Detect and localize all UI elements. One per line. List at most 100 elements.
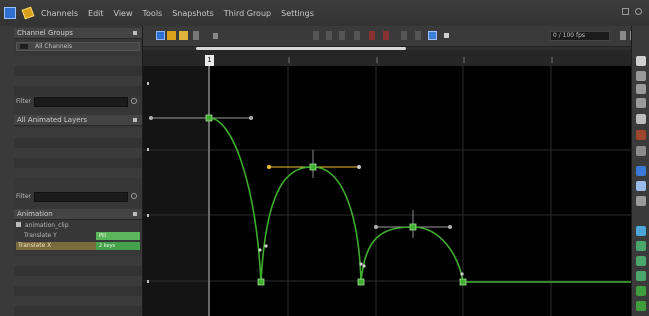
panel-close-icon[interactable] [133,212,137,216]
tangent-tool-icon[interactable] [193,31,199,40]
retime-icon[interactable] [636,196,646,206]
track-name-label: Translate Y [24,232,57,239]
panel-close-icon[interactable] [133,118,137,122]
frame-all-icon[interactable] [428,31,437,40]
ghost-icon[interactable] [636,181,646,191]
list-item [14,138,142,148]
search-icon[interactable] [131,193,137,199]
list-item [14,286,142,296]
menu-item-view[interactable]: View [109,9,138,18]
track-pill[interactable]: Pill [96,232,140,240]
list-item [14,148,142,158]
visibility-toggle-icon[interactable] [20,44,28,49]
close-icon[interactable] [635,8,642,15]
track-name-label: Translate X [18,242,52,249]
filter-label: Filter [16,193,31,200]
right-tool-strip [631,26,649,316]
channel-panel: Channel Groups All Channels Filter All A… [14,26,143,316]
curve-graph[interactable] [143,66,640,316]
current-frame-label: 1 [207,56,212,64]
list-item [14,276,142,286]
buffer-icon[interactable] [415,31,421,40]
stack-icon[interactable] [636,114,646,124]
graph-toolbar: 0 / 100 fps [143,26,640,47]
unify-tangent-icon[interactable] [383,31,389,40]
pre-range-shade [143,66,209,316]
curve-tool-icon[interactable] [636,56,646,66]
list-item [14,296,142,306]
menu-item-edit[interactable]: Edit [83,9,109,18]
layer-icon[interactable] [636,166,646,176]
step-tangent-icon[interactable] [339,31,345,40]
list-item [14,128,142,138]
list-item [14,66,142,76]
animation-clip-item[interactable]: animation_clip [16,222,140,230]
all-channels-label: All Channels [35,43,73,50]
select-tool-icon[interactable] [156,31,165,40]
ruler-tick: | [551,57,554,64]
distribute-icon[interactable] [636,98,646,108]
green-tool-icon[interactable] [636,256,646,266]
filter-row-1: Filter [14,96,142,108]
filter-input[interactable] [34,97,128,107]
animation-curve[interactable] [208,117,631,283]
animation-clip-label: animation_clip [24,222,69,229]
move-tool-icon[interactable] [167,31,176,40]
filter-input[interactable] [34,192,128,202]
green-tool-icon[interactable] [636,241,646,251]
menu-item-third-group[interactable]: Third Group [219,9,276,18]
animated-layers-header: All Animated Layers [14,115,142,126]
normalize-icon[interactable] [401,31,407,40]
menu-item-tools[interactable]: Tools [138,9,168,18]
animation-header: Animation [14,209,142,220]
ruler-tick: | [288,57,291,64]
menu-item-snapshots[interactable]: Snapshots [167,9,219,18]
track-pill-label: 2 keys [99,243,116,249]
prev-key-icon[interactable] [620,31,626,40]
scale-tool-icon[interactable] [179,31,188,40]
pencil-icon[interactable] [21,6,35,20]
key-tool-icon[interactable] [636,71,646,81]
keyframes[interactable] [205,114,467,286]
list-item [14,306,142,316]
filter-icon[interactable] [636,146,646,156]
menu-bar: Channels Edit View Tools Snapshots Third… [0,0,649,27]
time-ruler[interactable]: 1 | | | | [143,50,640,67]
animated-layers-title: All Animated Layers [17,116,88,124]
filter-label: Filter [16,98,31,105]
green-tool-icon[interactable] [636,286,646,296]
menu-item-settings[interactable]: Settings [276,9,319,18]
world-icon[interactable] [636,226,646,236]
channel-groups-title: Channel Groups [17,29,73,37]
track-item-selected[interactable]: Translate X [16,242,96,250]
selected-tangent-point[interactable] [357,165,361,169]
minimize-icon[interactable] [622,8,629,15]
track-pill[interactable]: 2 keys [96,242,140,250]
expand-icon[interactable] [16,222,21,227]
bake-icon[interactable] [636,130,646,140]
linear-tangent-icon[interactable] [313,31,319,40]
green-tool-icon[interactable] [636,271,646,281]
lock-icon[interactable] [444,33,449,38]
list-item [14,158,142,168]
curve-canvas[interactable] [143,66,631,316]
break-tangent-icon[interactable] [369,31,375,40]
green-tool-icon[interactable] [636,301,646,311]
frame-readout: 0 / 100 fps [550,31,610,41]
flat-tangent-icon[interactable] [326,31,332,40]
snap-icon[interactable] [213,33,218,39]
panel-close-icon[interactable] [133,31,137,35]
list-item [14,86,142,96]
app-icon[interactable] [4,7,16,19]
spline-tangent-icon[interactable] [354,31,360,40]
graph-editor-window: Channels Edit View Tools Snapshots Third… [0,0,649,316]
frame-readout-text: 0 / 100 fps [553,32,586,39]
track-pill-label: Pill [99,233,107,239]
search-icon[interactable] [131,98,137,104]
all-channels-row[interactable]: All Channels [16,42,140,51]
ruler-tick: | [463,57,466,64]
menu-item-channels[interactable]: Channels [36,9,83,18]
align-icon[interactable] [636,84,646,94]
current-frame-marker[interactable]: 1 [205,55,214,66]
selected-tangent-point[interactable] [267,165,271,169]
